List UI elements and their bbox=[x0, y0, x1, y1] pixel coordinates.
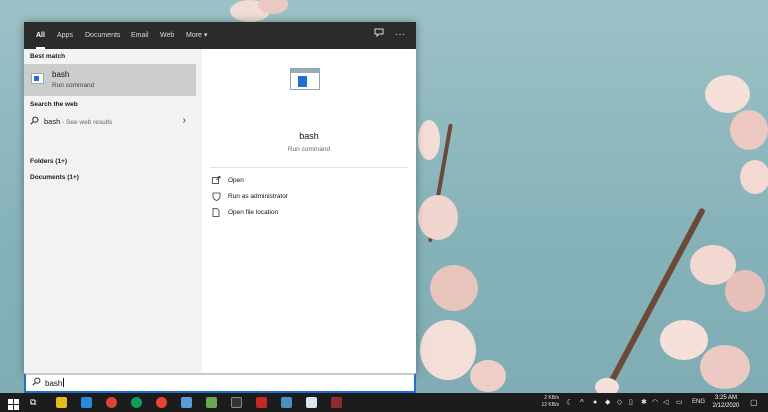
action-run-as-admin-label: Run as administrator bbox=[228, 193, 288, 200]
tab-more[interactable]: More ▾ bbox=[186, 22, 207, 49]
windows-start-icon[interactable] bbox=[8, 397, 19, 410]
search-input[interactable]: bash bbox=[45, 378, 65, 388]
tab-web[interactable]: Web bbox=[160, 22, 174, 49]
chevron-down-icon: ▾ bbox=[203, 32, 208, 39]
app-icon[interactable] bbox=[206, 397, 217, 408]
preview-title: bash bbox=[299, 131, 319, 141]
search-icon bbox=[32, 377, 41, 388]
chrome-icon[interactable] bbox=[131, 397, 142, 408]
web-query: bash bbox=[44, 117, 61, 126]
blossom bbox=[700, 345, 750, 389]
action-run-as-admin[interactable]: Run as administrator bbox=[212, 191, 402, 205]
blossom bbox=[418, 120, 440, 160]
tray-app-icon[interactable]: ✱ bbox=[641, 393, 647, 412]
ellipsis-icon[interactable]: ··· bbox=[393, 28, 407, 42]
chrome-icon[interactable] bbox=[156, 397, 167, 408]
best-match-subtitle: Run command bbox=[52, 82, 95, 89]
tab-more-label: More bbox=[186, 32, 202, 39]
start-search-panel: All Apps Documents Email Web More ▾ ··· … bbox=[24, 22, 416, 374]
search-icon bbox=[30, 116, 39, 127]
file-icon bbox=[212, 208, 222, 219]
blossom bbox=[705, 75, 750, 113]
best-match-result[interactable]: bash Run command bbox=[24, 64, 196, 96]
battery-icon[interactable]: ▯ bbox=[629, 393, 633, 412]
app-icon[interactable] bbox=[306, 397, 317, 408]
folders-header[interactable]: Folders (1+) bbox=[30, 158, 67, 165]
web-result-text: bash - See web results bbox=[44, 117, 112, 126]
tray-app-icon[interactable]: ◆ bbox=[605, 393, 610, 412]
chevron-up-icon[interactable]: ^ bbox=[580, 393, 584, 412]
chevron-right-icon: › bbox=[182, 115, 186, 126]
search-input-value: bash bbox=[45, 379, 63, 388]
result-preview: bash Run command Open Run as administrat… bbox=[202, 49, 416, 374]
wifi-icon[interactable]: ◠ bbox=[652, 393, 658, 412]
chrome-icon[interactable] bbox=[106, 397, 117, 408]
terminal-icon[interactable] bbox=[231, 397, 242, 408]
blossom bbox=[730, 110, 768, 150]
tray-app-icon[interactable]: ● bbox=[593, 393, 597, 412]
blossom bbox=[660, 320, 708, 360]
clock-time: 3:25 AM bbox=[714, 395, 737, 401]
documents-header[interactable]: Documents (1+) bbox=[30, 174, 79, 181]
blossom bbox=[740, 160, 768, 194]
clock-date: 2/12/2020 bbox=[712, 403, 740, 409]
web-result-row[interactable]: bash - See web results › bbox=[24, 114, 196, 130]
blossom bbox=[470, 360, 506, 392]
action-open[interactable]: Open bbox=[212, 175, 402, 189]
feedback-icon[interactable] bbox=[372, 28, 386, 42]
app-icon[interactable] bbox=[331, 397, 342, 408]
search-box[interactable]: bash bbox=[24, 373, 416, 393]
volume-icon[interactable]: ◁ bbox=[663, 393, 668, 412]
app-icon[interactable] bbox=[281, 397, 292, 408]
blossom bbox=[725, 270, 765, 312]
task-view-icon[interactable]: ⧉ bbox=[30, 397, 41, 408]
best-match-header: Best match bbox=[30, 53, 66, 60]
tab-documents[interactable]: Documents bbox=[85, 22, 120, 49]
results-list: Best match bash Run command Search the w… bbox=[24, 49, 202, 374]
app-icon[interactable] bbox=[181, 397, 192, 408]
tab-email[interactable]: Email bbox=[131, 22, 149, 49]
action-open-file-location-label: Open file location bbox=[228, 209, 279, 216]
notifications-icon[interactable]: ▢ bbox=[750, 393, 758, 412]
best-match-title: bash bbox=[52, 70, 70, 79]
shield-icon bbox=[212, 192, 222, 203]
search-web-header: Search the web bbox=[30, 101, 78, 108]
text-caret bbox=[63, 378, 65, 387]
net-down: 12 KB/s bbox=[541, 402, 559, 408]
net-up: 2 KB/s bbox=[544, 395, 559, 401]
dropbox-icon[interactable]: ◇ bbox=[617, 393, 622, 412]
keyboard-icon[interactable]: ▭ bbox=[676, 393, 683, 412]
app-icon[interactable] bbox=[81, 397, 92, 408]
action-open-file-location[interactable]: Open file location bbox=[212, 207, 402, 221]
branch bbox=[597, 207, 706, 405]
app-icon[interactable] bbox=[256, 397, 267, 408]
divider bbox=[210, 167, 408, 168]
network-speed: 2 KB/s 12 KB/s bbox=[541, 395, 559, 412]
blossom bbox=[420, 320, 476, 380]
blossom bbox=[418, 195, 458, 240]
tab-all[interactable]: All bbox=[36, 22, 45, 49]
language-indicator[interactable]: ENG bbox=[692, 393, 705, 412]
blossom bbox=[430, 265, 478, 311]
app-window-icon bbox=[290, 68, 320, 90]
web-hint: - See web results bbox=[60, 119, 113, 126]
moon-icon[interactable]: ☾ bbox=[566, 393, 573, 412]
open-icon bbox=[212, 176, 222, 186]
app-window-icon bbox=[31, 73, 44, 84]
search-tab-bar: All Apps Documents Email Web More ▾ ··· bbox=[24, 22, 416, 49]
clock[interactable]: 3:25 AM 2/12/2020 bbox=[706, 394, 746, 410]
preview-subtitle: Run command bbox=[287, 146, 331, 153]
file-explorer-icon[interactable] bbox=[56, 397, 67, 408]
tab-apps[interactable]: Apps bbox=[57, 22, 73, 49]
action-open-label: Open bbox=[228, 177, 244, 184]
taskbar: ⧉ 2 KB/s 12 KB/s ☾ ^ ● ◆ ◇ ▯ ✱ ◠ ◁ ▭ ENG… bbox=[0, 393, 768, 412]
